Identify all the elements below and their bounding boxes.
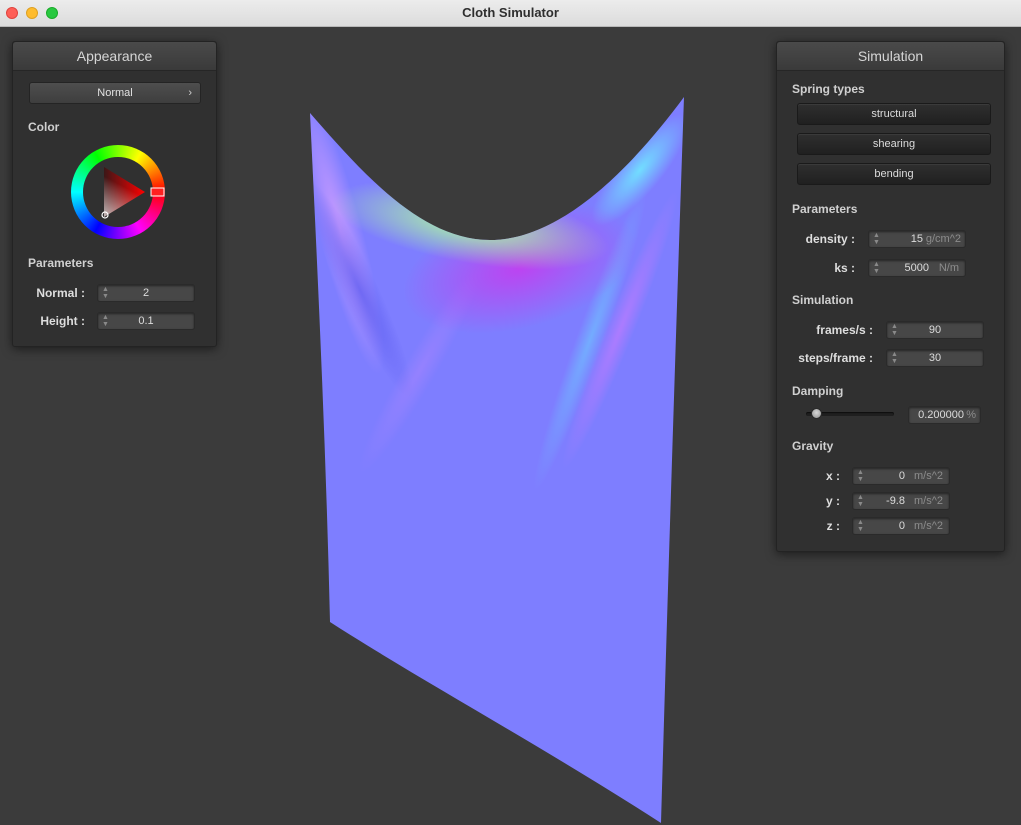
height-label: Height : xyxy=(40,314,85,328)
damping-unit: % xyxy=(966,409,976,421)
damping-label: Damping xyxy=(792,384,844,398)
frames-per-second-label: frames/s : xyxy=(816,323,873,337)
simulation-section-label: Simulation xyxy=(792,293,854,307)
gravity-z-input[interactable]: ▲ ▼ 0 m/s^2 xyxy=(852,517,950,535)
gravity-z-value: 0 xyxy=(898,520,905,532)
shader-dropdown[interactable]: Normal › xyxy=(29,82,201,104)
ks-unit: N/m xyxy=(938,262,959,274)
normal-label: Normal : xyxy=(36,286,85,300)
appearance-panel: Appearance Normal › Color Parameters Nor… xyxy=(12,41,217,347)
simulation-panel-title[interactable]: Simulation xyxy=(777,42,1004,71)
sim-parameters-label: Parameters xyxy=(792,202,858,216)
normal-value: 2 xyxy=(142,287,150,299)
appearance-parameters-label: Parameters xyxy=(28,256,94,270)
window-title: Cloth Simulator xyxy=(462,5,559,20)
stepper-icon[interactable]: ▲ ▼ xyxy=(873,232,880,246)
ks-label: ks : xyxy=(834,261,855,275)
appearance-panel-title[interactable]: Appearance xyxy=(13,42,216,71)
gravity-z-unit: m/s^2 xyxy=(914,520,943,532)
ks-input[interactable]: ▲ ▼ 5000 N/m xyxy=(868,259,966,277)
height-value: 0.1 xyxy=(138,315,154,327)
damping-value: 0.200000 xyxy=(918,409,964,421)
density-label: density : xyxy=(805,232,855,246)
height-input[interactable]: ▲ ▼ 0.1 xyxy=(97,312,195,330)
density-unit: g/cm^2 xyxy=(925,233,961,245)
spring-types-label: Spring types xyxy=(792,82,865,96)
stepper-icon[interactable]: ▲ ▼ xyxy=(873,261,880,275)
density-value: 15 xyxy=(910,233,923,245)
density-input[interactable]: ▲ ▼ 15 g/cm^2 xyxy=(868,230,966,248)
shader-dropdown-value: Normal xyxy=(97,87,133,99)
gravity-x-input[interactable]: ▲ ▼ 0 m/s^2 xyxy=(852,467,950,485)
simulation-panel: Simulation Spring types structural shear… xyxy=(776,41,1005,552)
color-section-label: Color xyxy=(28,120,60,134)
stepper-icon[interactable]: ▲ ▼ xyxy=(857,494,864,508)
gravity-z-label: z : xyxy=(826,519,840,533)
steps-per-frame-label: steps/frame : xyxy=(798,351,873,365)
gravity-y-label: y : xyxy=(825,494,840,508)
normal-input[interactable]: ▲ ▼ 2 xyxy=(97,284,195,302)
damping-input[interactable]: 0.200000 % xyxy=(908,406,981,424)
steps-per-frame-value: 30 xyxy=(928,352,942,364)
shearing-toggle-button[interactable]: shearing xyxy=(797,133,991,155)
color-triangle[interactable] xyxy=(71,145,165,239)
gravity-x-label: x : xyxy=(825,469,840,483)
gravity-y-input[interactable]: ▲ ▼ -9.8 m/s^2 xyxy=(852,492,950,510)
steps-per-frame-input[interactable]: ▲ ▼ 30 xyxy=(886,349,984,367)
gravity-y-unit: m/s^2 xyxy=(914,495,943,507)
color-wheel[interactable] xyxy=(71,145,165,239)
window-titlebar: Cloth Simulator xyxy=(0,0,1021,27)
frames-per-second-input[interactable]: ▲ ▼ 90 xyxy=(886,321,984,339)
gravity-x-unit: m/s^2 xyxy=(914,470,943,482)
structural-toggle-button[interactable]: structural xyxy=(797,103,991,125)
stepper-icon[interactable]: ▲ ▼ xyxy=(857,519,864,533)
frames-per-second-value: 90 xyxy=(928,324,942,336)
gravity-y-value: -9.8 xyxy=(886,495,905,507)
chevron-right-icon: › xyxy=(188,87,192,99)
stepper-icon[interactable]: ▲ ▼ xyxy=(857,469,864,483)
gravity-x-value: 0 xyxy=(898,470,905,482)
damping-slider-knob[interactable] xyxy=(810,408,822,419)
bending-toggle-button[interactable]: bending xyxy=(797,163,991,185)
ks-value: 5000 xyxy=(904,262,929,274)
gravity-label: Gravity xyxy=(792,439,834,453)
